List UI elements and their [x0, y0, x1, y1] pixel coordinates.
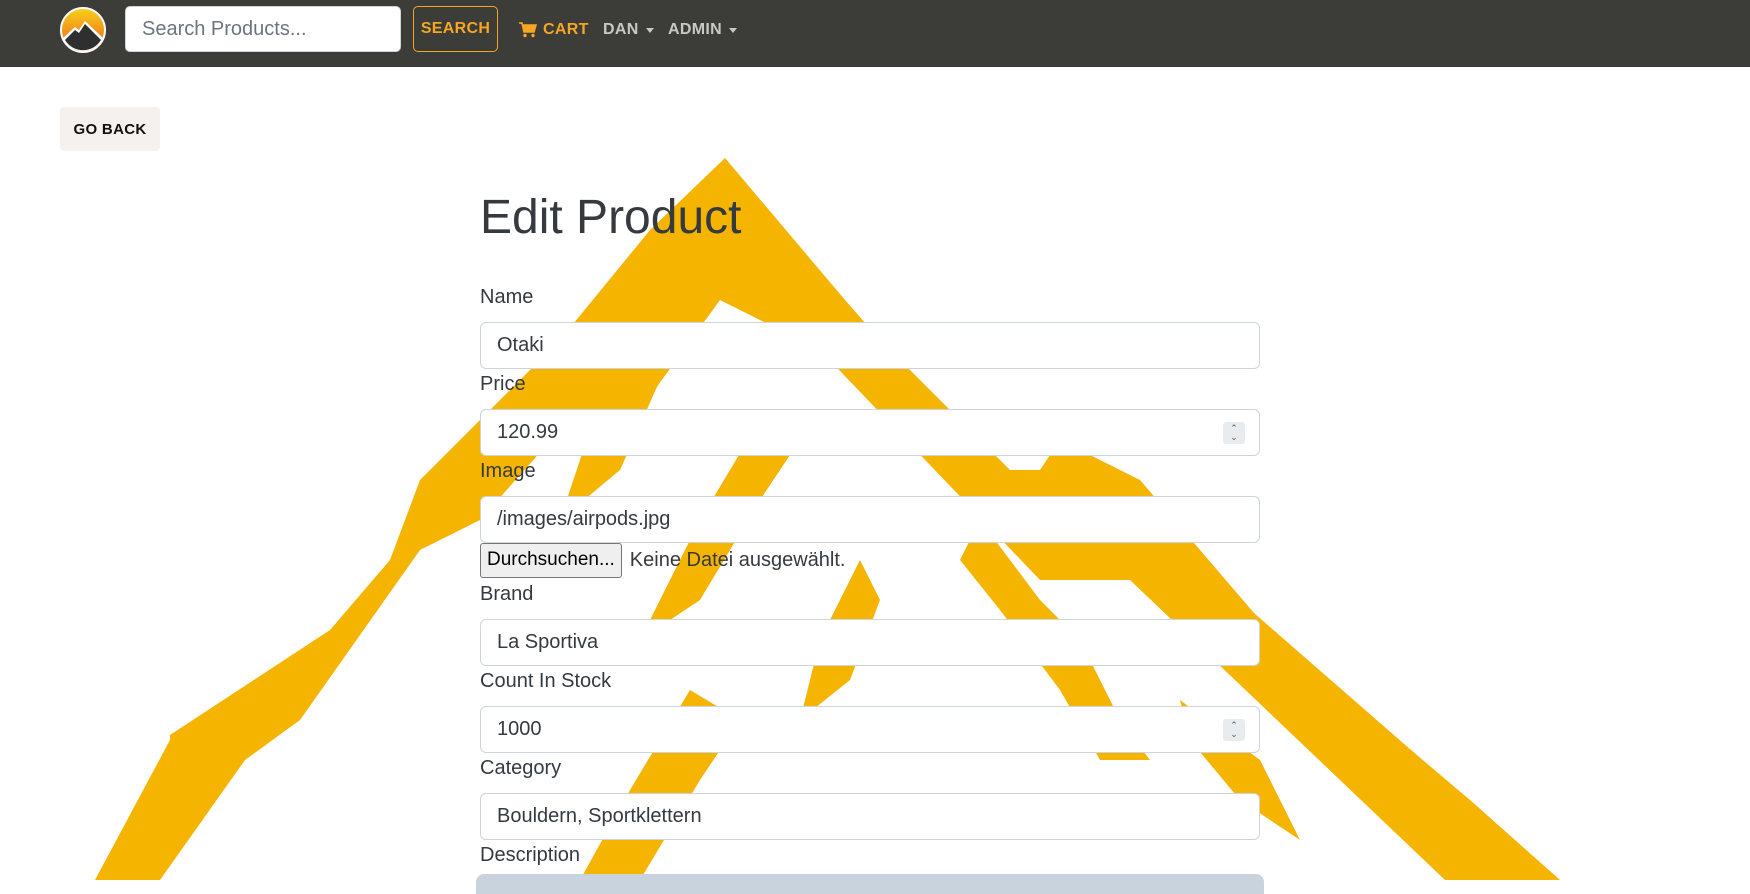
- name-value: Otaki: [497, 334, 544, 356]
- image-value: /images/airpods.jpg: [497, 508, 671, 530]
- file-browse-button[interactable]: Durchsuchen...: [480, 542, 622, 578]
- file-upload: Durchsuchen... Keine Datei ausgewählt.: [480, 542, 846, 578]
- category-value: Bouldern, Sportklettern: [497, 805, 702, 827]
- search-input[interactable]: [125, 6, 401, 52]
- chevron-down-icon: [728, 27, 737, 33]
- number-spinner-icon[interactable]: ⌃ ⌄: [1223, 422, 1245, 444]
- cart-label: CART: [543, 21, 589, 38]
- mountain-sun-logo-icon[interactable]: [60, 7, 106, 53]
- count-in-stock-value: 1000: [497, 718, 542, 740]
- admin-menu-label: ADMIN: [668, 21, 722, 38]
- brand-value: La Sportiva: [497, 631, 599, 653]
- brand-label: Brand: [480, 583, 534, 605]
- category-field[interactable]: Bouldern, Sportklettern: [480, 793, 1260, 840]
- image-label: Image: [480, 460, 536, 482]
- price-label: Price: [480, 373, 526, 395]
- name-label: Name: [480, 286, 534, 308]
- image-field[interactable]: /images/airpods.jpg: [480, 496, 1260, 543]
- name-field[interactable]: Otaki: [480, 322, 1260, 369]
- admin-menu-dropdown[interactable]: ADMIN: [668, 18, 737, 42]
- page-title: Edit Product: [480, 191, 742, 244]
- file-status: Keine Datei ausgewählt.: [629, 548, 846, 571]
- number-spinner-icon[interactable]: ⌃ ⌄: [1223, 719, 1245, 741]
- count-in-stock-label: Count In Stock: [480, 670, 612, 692]
- shopping-cart-icon: [519, 22, 537, 38]
- user-menu-label: DAN: [603, 21, 639, 38]
- brand-field[interactable]: La Sportiva: [480, 619, 1260, 666]
- price-value: 120.99: [497, 421, 559, 443]
- go-back-button[interactable]: GO BACK: [60, 107, 160, 151]
- search-button[interactable]: SEARCH: [413, 6, 498, 52]
- price-field[interactable]: 120.99 ⌃ ⌄: [480, 409, 1260, 456]
- category-label: Category: [480, 757, 562, 779]
- chevron-down-icon: [645, 27, 654, 33]
- top-navbar: SEARCH CART DAN ADMIN: [0, 0, 1750, 67]
- description-field[interactable]: [476, 874, 1264, 894]
- description-label: Description: [480, 844, 581, 866]
- cart-link[interactable]: CART: [519, 18, 589, 42]
- count-in-stock-field[interactable]: 1000 ⌃ ⌄: [480, 706, 1260, 753]
- user-menu-dropdown[interactable]: DAN: [603, 18, 654, 42]
